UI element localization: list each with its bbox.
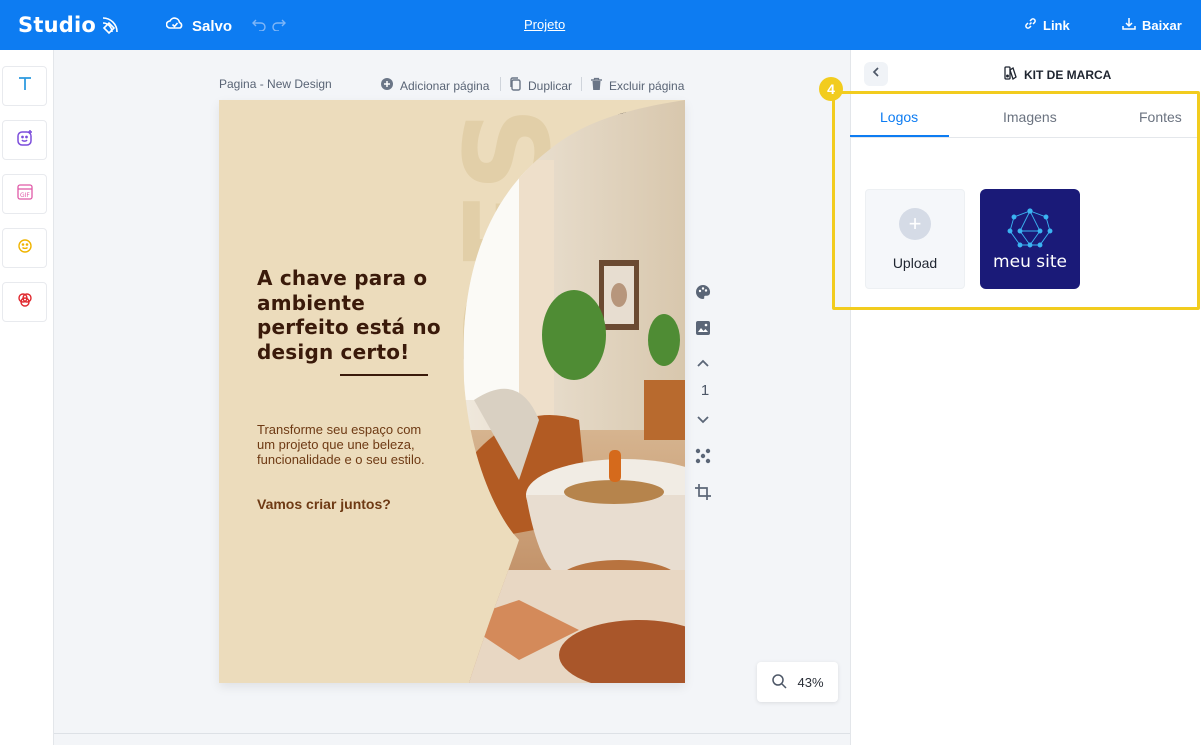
- palette-icon[interactable]: [694, 283, 712, 306]
- tutorial-highlight: [832, 91, 1200, 310]
- shapes-tool-button[interactable]: [2, 282, 47, 322]
- step-badge: 4: [819, 77, 843, 101]
- svg-text:GIF: GIF: [20, 192, 30, 199]
- panel-title: KIT DE MARCA: [1004, 66, 1111, 83]
- add-page-label: Adicionar página: [400, 78, 490, 93]
- zoom-level: 43%: [797, 674, 824, 690]
- interior-photo: DESIGN: [439, 100, 685, 683]
- top-bar: Studio Salvo Projeto Link Baixar: [0, 0, 1201, 50]
- gif-tool-button[interactable]: GIF: [2, 174, 47, 214]
- trash-icon: [590, 77, 603, 94]
- divider: [581, 77, 582, 91]
- sticker-add-icon: [16, 129, 34, 152]
- page-label: Pagina - New Design: [219, 77, 332, 91]
- brand-logo: Studio: [18, 13, 96, 37]
- link-button[interactable]: Link: [1024, 17, 1070, 33]
- duplicate-button[interactable]: Duplicar: [509, 77, 572, 94]
- panel-title-label: KIT DE MARCA: [1024, 67, 1112, 82]
- delete-page-button[interactable]: Excluir página: [590, 77, 684, 94]
- design-body-text[interactable]: Transforme seu espaço com um projeto que…: [257, 422, 437, 467]
- emoji-tool-button[interactable]: [2, 228, 47, 268]
- back-button[interactable]: [864, 62, 888, 86]
- headline-underline: [340, 374, 428, 376]
- circles-icon: [16, 291, 34, 314]
- download-label: Baixar: [1142, 18, 1182, 33]
- duplicate-label: Duplicar: [528, 78, 573, 93]
- redo-icon[interactable]: [272, 17, 286, 36]
- add-page-button[interactable]: Adicionar página: [380, 77, 489, 94]
- delete-page-label: Excluir página: [609, 78, 685, 93]
- gif-icon: GIF: [16, 183, 34, 206]
- elements-tool-button[interactable]: [2, 120, 47, 160]
- copy-icon: [509, 77, 522, 94]
- save-status[interactable]: Salvo: [165, 16, 233, 36]
- download-icon: [1122, 17, 1136, 34]
- satellite-icon: [100, 15, 120, 40]
- grid-dots-icon[interactable]: [694, 447, 712, 470]
- design-cta-text[interactable]: Vamos criar juntos?: [257, 496, 391, 512]
- horizontal-scrollbar[interactable]: [54, 733, 850, 734]
- search-icon: [771, 673, 788, 692]
- cloud-check-icon: [165, 16, 184, 36]
- divider: [500, 77, 501, 91]
- plus-circle-icon: [380, 77, 394, 94]
- link-icon: [1024, 17, 1037, 33]
- text-tool-button[interactable]: [2, 66, 47, 106]
- chevron-down-icon[interactable]: [694, 413, 712, 432]
- zoom-control[interactable]: 43%: [757, 662, 838, 702]
- chevron-left-icon: [871, 65, 881, 83]
- design-headline[interactable]: A chave para o ambiente perfeito está no…: [257, 266, 447, 364]
- text-T-icon: [16, 75, 34, 98]
- undo-icon[interactable]: [252, 17, 266, 36]
- project-title[interactable]: Projeto: [524, 17, 565, 32]
- crop-icon[interactable]: [694, 483, 712, 506]
- page-number: 1: [700, 382, 710, 399]
- download-button[interactable]: Baixar: [1122, 17, 1182, 34]
- brand-kit-icon: [1004, 66, 1018, 83]
- chevron-up-icon[interactable]: [694, 356, 712, 375]
- link-label: Link: [1043, 17, 1070, 33]
- smiley-icon: [16, 237, 34, 260]
- save-status-label: Salvo: [192, 17, 233, 35]
- image-icon[interactable]: [694, 319, 712, 342]
- design-page[interactable]: DESIGN: [219, 100, 685, 683]
